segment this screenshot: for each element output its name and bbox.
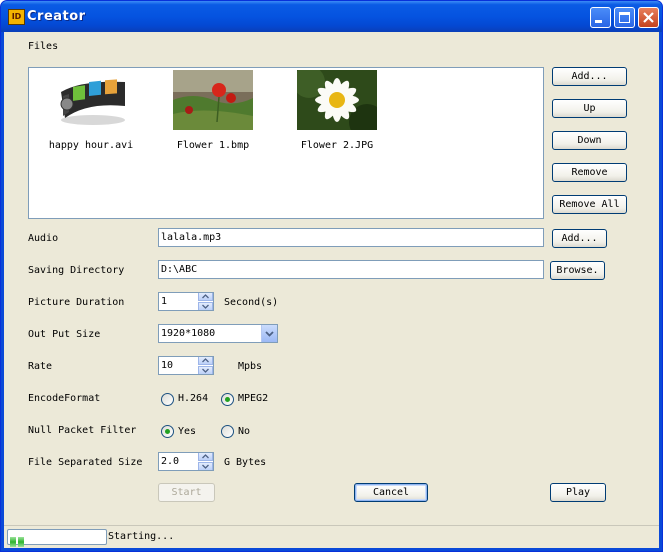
file-item[interactable]: Flower 2.JPG [287,66,387,151]
cancel-button[interactable]: Cancel [354,483,428,502]
saving-directory-field[interactable]: D:\ABC [158,260,544,279]
move-down-button[interactable]: Down [552,131,627,150]
progress-block [18,537,24,547]
output-size-value: 1920*1080 [161,328,216,339]
spinner[interactable] [198,453,213,470]
app-icon: ID [8,9,25,25]
rate-label: Rate [28,361,53,372]
chevron-down-icon[interactable] [261,325,277,342]
file-separated-size-stepper[interactable]: 2.0 [158,452,214,471]
radio-h264[interactable] [161,393,174,406]
rate-stepper[interactable]: 10 [158,356,214,375]
picture-duration-value: 1 [161,296,168,307]
add-file-button[interactable]: Add... [552,67,627,86]
creator-window: ID Creator Files happy hour.avi Flower 1… [0,0,663,552]
spin-down-icon[interactable] [198,366,213,374]
maximize-button[interactable] [614,7,635,28]
remove-button[interactable]: Remove [552,163,627,182]
output-size-select[interactable]: 1920*1080 [158,324,278,343]
start-button[interactable]: Start [158,483,215,502]
radio-h264-label: H.264 [178,393,209,404]
status-bar: Starting... [4,525,659,548]
encode-format-label: EncodeFormat [28,393,101,404]
spin-down-icon[interactable] [198,462,213,470]
radio-mpeg2[interactable] [221,393,234,406]
image-thumbnail [173,70,253,130]
radio-yes[interactable] [161,425,174,438]
minimize-icon [595,20,602,23]
file-item[interactable]: Flower 1.bmp [163,70,263,151]
file-name: Flower 1.bmp [176,140,250,151]
saving-directory-label: Saving Directory [28,265,125,276]
spin-up-icon[interactable] [198,357,213,365]
browse-button[interactable]: Browse. [550,261,605,280]
spinner[interactable] [198,293,213,310]
radio-no-label: No [238,426,251,437]
radio-mpeg2-label: MPEG2 [238,393,269,404]
file-name: happy hour.avi [48,140,134,151]
progress-fill [10,532,26,547]
title-bar[interactable]: ID Creator [1,1,662,32]
spin-up-icon[interactable] [198,293,213,301]
remove-all-button[interactable]: Remove All [552,195,627,214]
close-icon [643,12,654,23]
file-separated-size-value: 2.0 [161,456,180,467]
maximize-icon [619,12,630,23]
picture-duration-unit: Second(s) [224,297,279,308]
spinner[interactable] [198,357,213,374]
video-film-icon [60,79,125,125]
audio-field[interactable]: lalala.mp3 [158,228,544,247]
add-audio-button[interactable]: Add... [552,229,607,248]
file-separated-size-label: File Separated Size [28,457,143,468]
play-button[interactable]: Play [550,483,606,502]
close-button[interactable] [638,7,659,28]
null-packet-filter-label: Null Packet Filter [28,425,137,436]
rate-unit: Mpbs [238,361,263,372]
spin-up-icon[interactable] [198,453,213,461]
image-thumbnail [293,66,385,140]
status-text: Starting... [108,531,175,542]
rate-value: 10 [161,360,174,371]
picture-duration-label: Picture Duration [28,297,125,308]
progress-block [10,537,16,547]
window-title: Creator [27,9,86,24]
radio-yes-label: Yes [178,426,197,437]
file-item[interactable]: happy hour.avi [41,70,141,151]
move-up-button[interactable]: Up [552,99,627,118]
minimize-button[interactable] [590,7,611,28]
files-list[interactable]: happy hour.avi Flower 1.bmp Flower 2.JPG [28,66,544,219]
output-size-label: Out Put Size [28,329,101,340]
file-separated-size-unit: G Bytes [224,457,267,468]
file-name: Flower 2.JPG [300,140,374,151]
audio-label: Audio [28,233,59,244]
picture-duration-stepper[interactable]: 1 [158,292,214,311]
dialog-body: Files happy hour.avi Flower 1.bmp Flower… [4,32,659,548]
files-label: Files [28,41,59,52]
spin-down-icon[interactable] [198,302,213,310]
progress-bar [7,529,107,547]
radio-no[interactable] [221,425,234,438]
